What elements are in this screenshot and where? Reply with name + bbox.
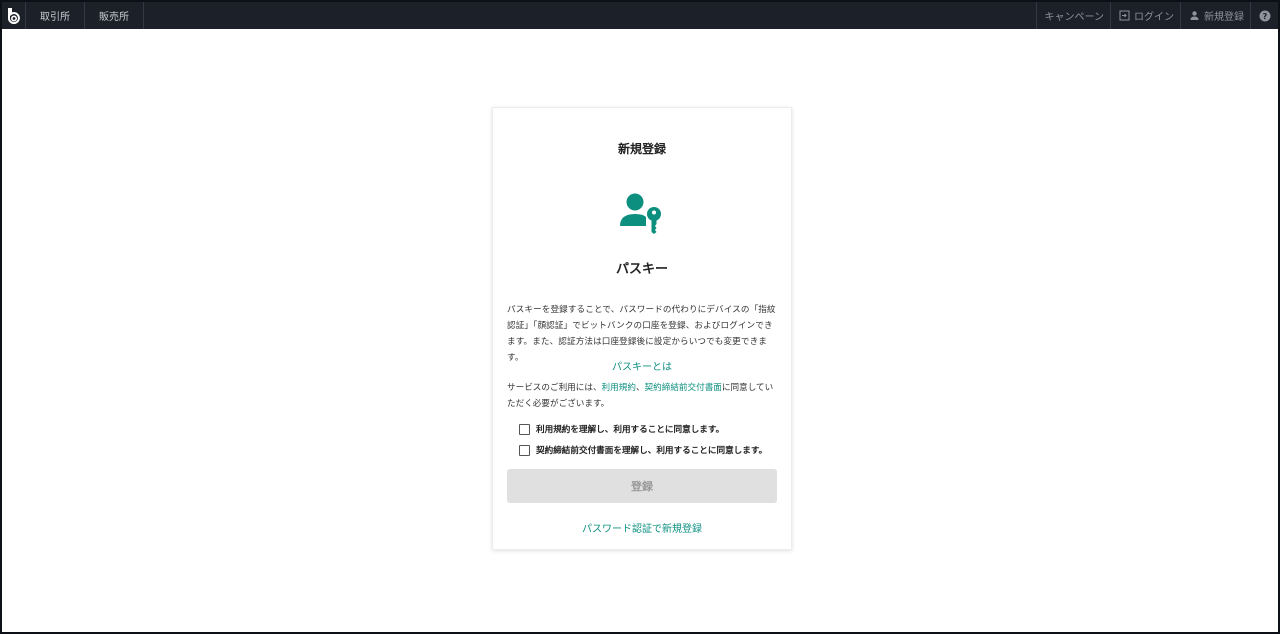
agree-separator: 、 (635, 383, 645, 393)
bitbank-logo[interactable] (2, 2, 26, 29)
agreement-notice: サービスのご利用には、利用規約、契約締結前交付書面に同意していただく必要がござい… (507, 380, 779, 412)
terms-agree-label[interactable]: 利用規約を理解し、利用することに同意します。 (536, 423, 724, 435)
passkey-description: パスキーを登録することで、パスワードの代わりにデバイスの「指紋認証」「顔認証」で… (507, 305, 776, 363)
pre-contract-document-link[interactable]: 契約締結前交付書面 (645, 383, 722, 393)
login-link[interactable]: ログイン (1110, 2, 1180, 29)
terms-agree-row: 利用規約を理解し、利用することに同意します。 (519, 423, 724, 435)
passkey-icon (620, 193, 661, 234)
logo-icon (7, 7, 20, 24)
nav-exchange[interactable]: 取引所 (26, 2, 85, 29)
campaign-label: キャンペーン (1044, 12, 1105, 23)
help-icon: ? (1259, 10, 1270, 21)
user-icon (1190, 11, 1199, 20)
signup-link[interactable]: 新規登録 (1180, 2, 1250, 29)
campaign-link[interactable]: キャンペーン (1035, 2, 1111, 29)
signup-label: 新規登録 (1204, 12, 1244, 23)
top-navbar: 取引所 販売所 キャンペーン ログイン 新規登録 ? (2, 2, 1278, 29)
password-signup-link[interactable]: パスワード認証で新規登録 (493, 520, 791, 535)
card-title: 新規登録 (617, 142, 666, 156)
login-icon (1119, 10, 1130, 21)
signup-card: 新規登録 パスキー パスキーを登録することで、パスワードの代わりにデバイスの「指… (492, 107, 792, 550)
svg-text:?: ? (1262, 12, 1267, 21)
help-button[interactable]: ? (1250, 2, 1278, 29)
document-agree-checkbox[interactable] (519, 444, 530, 456)
document-agree-label[interactable]: 契約締結前交付書面を理解し、利用することに同意します。 (536, 444, 767, 456)
login-label: ログイン (1134, 12, 1174, 23)
agree-prefix: サービスのご利用には、 (507, 383, 602, 393)
passkey-heading: パスキー (615, 262, 668, 277)
what-is-passkey-link[interactable]: パスキーとは (493, 358, 791, 373)
terms-link[interactable]: 利用規約 (602, 383, 636, 393)
terms-agree-checkbox[interactable] (519, 423, 530, 435)
register-button[interactable]: 登録 (507, 469, 777, 503)
document-agree-row: 契約締結前交付書面を理解し、利用することに同意します。 (519, 444, 767, 456)
page-frame: 取引所 販売所 キャンペーン ログイン 新規登録 ? 新規登録 パスキー パスキ… (0, 0, 1280, 634)
nav-store[interactable]: 販売所 (85, 2, 144, 29)
